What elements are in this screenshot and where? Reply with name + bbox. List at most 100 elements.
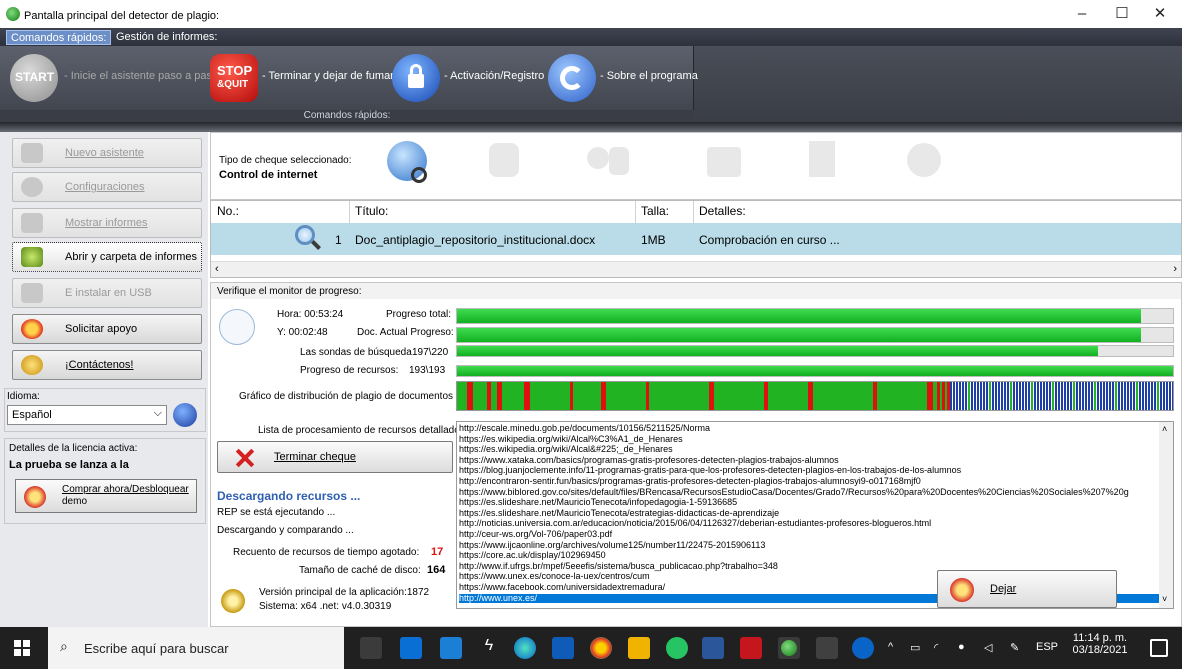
combined-check-icon[interactable] xyxy=(581,137,633,187)
check-type-panel: Tipo de cheque seleccionado: Control de … xyxy=(210,132,1182,200)
col-header-detalles[interactable]: Detalles: xyxy=(699,204,746,218)
sidebar-item-contactenos[interactable]: ¡Contáctenos! xyxy=(12,350,202,380)
sidebar-item-nuevo-asistente[interactable]: Nuevo asistente xyxy=(12,138,202,168)
col-header-titulo[interactable]: Título: xyxy=(355,204,388,218)
store-icon[interactable] xyxy=(440,637,462,659)
start-icon: START xyxy=(10,54,58,102)
pen-icon[interactable]: ✎ xyxy=(1010,641,1019,654)
resource-list-item[interactable]: https://core.ac.uk/display/102969450 xyxy=(459,550,606,560)
buy-unlock-button[interactable]: Comprar ahora/Desbloquear demo xyxy=(15,479,197,513)
usb-icon xyxy=(21,283,43,303)
search-icon: ⌕ xyxy=(60,638,68,654)
resource-list-item[interactable]: https://es.slideshare.net/MauricioTeneco… xyxy=(459,497,737,507)
resource-list-item[interactable]: https://blog.juanjoclemente.info/11-prog… xyxy=(459,465,961,475)
volume-icon[interactable]: ◁ xyxy=(984,641,992,654)
maximize-button[interactable]: ☐ xyxy=(1104,2,1140,26)
windows-start-icon[interactable] xyxy=(14,640,30,656)
start-wizard-button[interactable]: START - Inicie el asistente paso a paso xyxy=(6,50,218,106)
tab-comandos-rapidos[interactable]: Comandos rápidos: xyxy=(6,30,112,45)
sidebar-item-solicitar-apoyo[interactable]: Solicitar apoyo xyxy=(12,314,202,344)
folder-check-icon[interactable] xyxy=(699,137,751,187)
database-check-icon[interactable] xyxy=(479,137,531,187)
language-indicator[interactable]: ESP xyxy=(1036,641,1058,653)
title-bar: Pantalla principal del detector de plagi… xyxy=(0,0,1182,28)
sidebar-item-configuraciones[interactable]: Configuraciones xyxy=(12,172,202,202)
battery-icon[interactable]: ▭ xyxy=(910,641,920,654)
scroll-down-icon[interactable]: ˅ xyxy=(1162,594,1167,604)
app-icon-2[interactable] xyxy=(816,637,838,659)
tab-gestion-informes[interactable]: Gestión de informes: xyxy=(112,30,222,45)
settings-check-icon[interactable] xyxy=(899,137,951,187)
resource-list-item[interactable]: http://encontraron-sentir.fun/basics/pro… xyxy=(459,476,921,486)
sidebar-item-mostrar-informes[interactable]: Mostrar informes xyxy=(12,208,202,238)
table-row[interactable]: 1 Doc_antiplagio_repositorio_institucion… xyxy=(211,223,1181,255)
resource-list-item[interactable]: http://ceur-ws.org/Vol-706/paper03.pdf xyxy=(459,529,612,539)
tray-expand-icon[interactable]: ^ xyxy=(888,641,893,653)
downloading-status: Descargando recursos ... xyxy=(217,489,361,503)
active-app-icon[interactable] xyxy=(778,637,800,659)
contact-icon xyxy=(21,355,43,375)
total-progress-label: Progreso total: xyxy=(386,309,452,320)
help-icon[interactable] xyxy=(852,637,874,659)
stop-quit-button[interactable]: STOP &QUIT - Terminar y dejar de fumar xyxy=(208,50,394,106)
language-select[interactable]: Español ⌵ xyxy=(7,405,167,425)
lightning-icon[interactable]: ϟ xyxy=(478,637,500,659)
probes-progress-bar xyxy=(456,345,1174,357)
edge-icon[interactable] xyxy=(514,637,536,659)
document-check-icon[interactable] xyxy=(797,137,849,187)
compare-status: Descargando y comparando ... xyxy=(217,525,354,536)
about-button[interactable]: - Sobre el programa xyxy=(546,50,698,106)
task-view-icon[interactable] xyxy=(360,637,382,659)
activation-button[interactable]: - Activación/Registro xyxy=(390,50,544,106)
horizontal-scrollbar[interactable]: ‹ › xyxy=(211,261,1181,277)
taskbar-search[interactable]: ⌕ Escribe aquí para buscar xyxy=(48,627,344,669)
resource-list-item[interactable]: http://www.if.ufrgs.br/mpef/5eeefis/sist… xyxy=(459,561,778,571)
internet-check-icon[interactable] xyxy=(381,137,433,187)
notifications-icon[interactable] xyxy=(1150,639,1168,657)
scroll-left-icon[interactable]: ‹ xyxy=(215,263,219,275)
leave-icon xyxy=(950,578,974,602)
leave-button[interactable]: Dejar xyxy=(937,570,1117,608)
globe-icon[interactable] xyxy=(173,403,197,427)
resource-list-item[interactable]: https://es.wikipedia.org/wiki/Alcal&#225… xyxy=(459,444,673,454)
resource-list-item[interactable]: https://es.slideshare.net/MauricioTeneco… xyxy=(459,508,779,518)
minimize-button[interactable]: – xyxy=(1064,2,1100,26)
resource-list-label: Lista de procesamiento de recursos detal… xyxy=(258,425,468,436)
time-remaining: Y: 00:02:48 xyxy=(277,327,328,338)
spinner-icon xyxy=(219,309,255,345)
resource-list-item[interactable]: https://www.ijcaonline.org/archives/volu… xyxy=(459,540,765,550)
word-icon[interactable] xyxy=(702,637,724,659)
scroll-right-icon[interactable]: › xyxy=(1173,263,1177,275)
wifi-icon[interactable]: ◜ xyxy=(934,641,938,654)
vertical-scrollbar[interactable]: ˄ ˅ xyxy=(1159,422,1173,608)
clock[interactable]: 11:14 p. m. 03/18/2021 xyxy=(1062,632,1138,666)
stop-check-icon xyxy=(232,446,256,470)
new-wizard-icon xyxy=(21,143,43,163)
col-header-talla[interactable]: Talla: xyxy=(641,204,669,218)
resource-list-item[interactable]: https://www.facebook.com/universidadextr… xyxy=(459,582,665,592)
row-title: Doc_antiplagio_repositorio_institucional… xyxy=(355,233,596,247)
sidebar: Nuevo asistente Configuraciones Mostrar … xyxy=(0,132,208,627)
language-panel: Idioma: Español ⌵ xyxy=(4,388,206,432)
resource-list-item[interactable]: https://es.wikipedia.org/wiki/Alcal%C3%A… xyxy=(459,434,683,444)
network-icon[interactable]: ● xyxy=(958,641,965,653)
adobe-icon[interactable] xyxy=(740,637,762,659)
sidebar-item-instalar-usb[interactable]: E instalar en USB xyxy=(12,278,202,308)
sidebar-item-abrir-carpeta[interactable]: Abrir y carpeta de informes xyxy=(12,242,202,272)
scroll-up-icon[interactable]: ˄ xyxy=(1162,424,1167,434)
dropbox-icon[interactable] xyxy=(552,637,574,659)
col-header-no[interactable]: No.: xyxy=(217,204,239,218)
resource-list-item[interactable]: http://escale.minedu.gob.pe/documents/10… xyxy=(459,423,710,433)
whatsapp-icon[interactable] xyxy=(666,637,688,659)
row-no: 1 xyxy=(335,233,342,247)
mail-icon[interactable] xyxy=(400,637,422,659)
license-value: La prueba se lanza a la xyxy=(9,459,129,471)
stop-check-button[interactable]: Terminar cheque xyxy=(217,441,453,473)
resource-list-item[interactable]: http://noticias.universia.com.ar/educaci… xyxy=(459,518,931,528)
chrome-icon[interactable] xyxy=(590,637,612,659)
resource-list-item[interactable]: https://www.unex.es/conoce-la-uex/centro… xyxy=(459,571,650,581)
resource-list-item[interactable]: https://www.xataka.com/basics/programas-… xyxy=(459,455,839,465)
close-button[interactable]: ✕ xyxy=(1142,2,1178,26)
resource-list-item[interactable]: https://www.biblored.gov.co/sites/defaul… xyxy=(459,487,1129,497)
file-explorer-icon[interactable] xyxy=(628,637,650,659)
